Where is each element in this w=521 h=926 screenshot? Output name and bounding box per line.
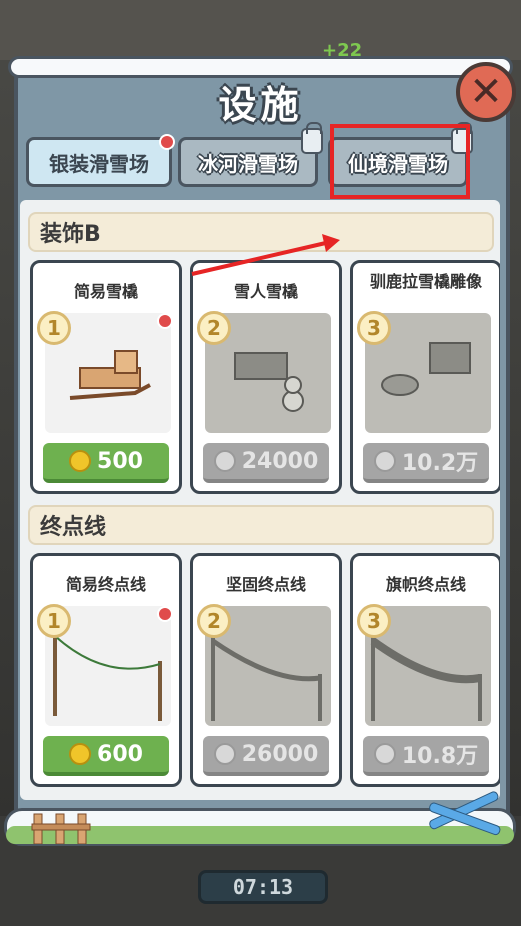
highlight-box [330,124,470,199]
buy-button[interactable]: 24000 [203,443,329,483]
price-label: 10.8万 [401,744,479,769]
coin-icon [213,743,236,765]
notification-dot [157,313,173,329]
facility-name: 雪人雪橇 [233,282,298,301]
tab-silver-resort[interactable]: 银装滑雪场 [26,134,175,187]
popup-title: 设施 [218,83,303,127]
section-header-finish-line: 终点线 [28,505,494,545]
skis-icon [429,791,501,836]
price-label: 24000 [241,448,319,474]
buy-button[interactable]: 10.2万 [363,443,489,483]
buy-button[interactable]: 26000 [203,736,329,776]
fence-icon [31,813,91,844]
tab-glacier-resort[interactable]: 冰河滑雪场 [178,122,323,187]
tier-badge: 1 [37,311,71,345]
coin-icon [69,450,92,472]
notification-dot [157,606,173,622]
notification-dot [159,134,175,150]
facility-name: 驯鹿拉雪橇雕像 [369,272,482,291]
facility-name: 简易终点线 [65,575,146,594]
coin-icon [373,450,396,472]
tier-badge: 1 [37,604,71,638]
timer-display: 07:13 [198,870,328,904]
tier-badge: 3 [357,604,391,638]
facility-name: 坚固终点线 [225,575,306,594]
coin-icon [373,743,396,765]
facility-card[interactable]: 驯鹿拉雪橇雕像 3 10.2万 [350,260,500,494]
facility-card[interactable]: 旗帜终点线 3 10.8万 [350,553,500,787]
price-label: 26000 [241,741,319,767]
tier-badge: 3 [357,311,391,345]
lock-icon [301,122,323,154]
price-label: 500 [97,448,143,474]
arrow-icon [191,234,340,276]
price-label: 10.2万 [401,451,479,476]
facility-name: 旗帜终点线 [385,575,466,594]
close-button[interactable]: ✕ [456,62,516,122]
buy-button[interactable]: 500 [43,443,169,483]
price-label: 600 [97,741,143,767]
tier-badge: 2 [197,604,231,638]
buy-button[interactable]: 600 [43,736,169,776]
close-icon: ✕ [469,69,503,115]
facility-card[interactable]: 简易终点线 1 600 [30,553,182,787]
background-top [0,0,521,60]
tab-label: 冰河滑雪场 [198,151,298,176]
coin-icon [213,450,236,472]
facility-name: 简易雪橇 [73,282,138,301]
facility-card[interactable]: 坚固终点线 2 26000 [190,553,342,787]
coin-icon [69,743,92,765]
tab-label: 银装滑雪场 [49,151,149,176]
facility-list[interactable]: 装饰B 简易雪橇 1 500 雪人雪橇 2 24000 驯鹿拉雪橇雕像 3 10… [20,200,500,800]
facility-card[interactable]: 简易雪橇 1 500 [30,260,182,494]
buy-button[interactable]: 10.8万 [363,736,489,776]
tier-badge: 2 [197,311,231,345]
facility-card[interactable]: 雪人雪橇 2 24000 [190,260,342,494]
